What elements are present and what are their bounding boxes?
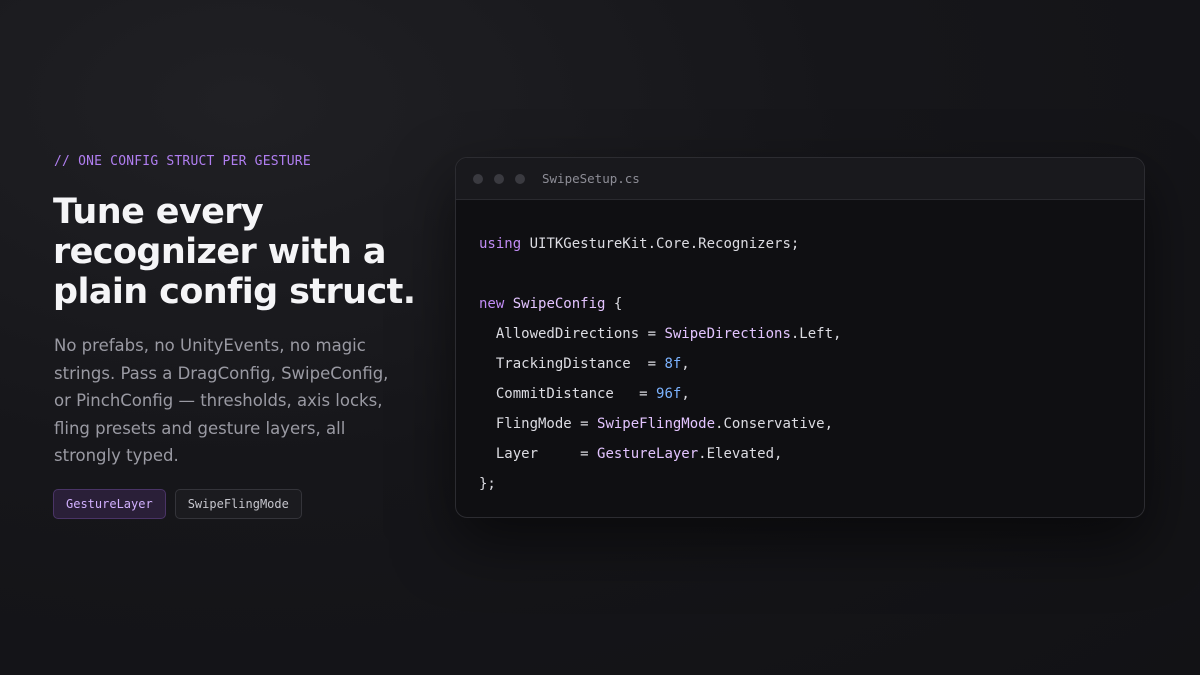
code-token: UITKGestureKit.Core.Recognizers; [521, 236, 800, 252]
code-token: using [479, 236, 522, 252]
code-token: , [681, 386, 690, 402]
code-line: TrackingDistance = 8f, [479, 349, 1144, 379]
code-token: TrackingDistance = [479, 356, 665, 372]
code-token: SwipeFlingMode [597, 416, 716, 432]
code-token: AllowedDirections = [479, 326, 665, 342]
description-line: fling presets and gesture layers, all [54, 418, 346, 438]
headline-line: plain config struct. [53, 272, 416, 312]
code-line: AllowedDirections = SwipeDirections.Left… [479, 319, 1144, 349]
headline-line: recognizer with a [53, 232, 387, 272]
code-token: 96f [656, 386, 682, 402]
headline-line: Tune every [53, 192, 264, 232]
code-token: GestureLayer [597, 446, 699, 462]
code-line: new SwipeConfig { [479, 289, 1144, 319]
code-token: }; [479, 476, 496, 492]
file-name: SwipeSetup.cs [542, 171, 640, 186]
code-token: .Left, [790, 326, 842, 342]
code-line: using UITKGestureKit.Core.Recognizers; [479, 229, 1144, 259]
description-line: No prefabs, no UnityEvents, no magic [54, 336, 366, 355]
chip-swipe-fling-mode[interactable]: SwipeFlingMode [174, 489, 302, 519]
description-line: strings. Pass a DragConfig, SwipeConfig, [54, 363, 389, 383]
code-line: CommitDistance = 96f, [479, 379, 1144, 409]
description: No prefabs, no UnityEvents, no magic str… [54, 332, 414, 470]
code-window: SwipeSetup.cs using UITKGestureKit.Core.… [455, 157, 1145, 518]
code-line: FlingMode = SwipeFlingMode.Conservative, [479, 409, 1144, 439]
tag-chips: GestureLayer SwipeFlingMode [53, 489, 302, 519]
code-block: using UITKGestureKit.Core.Recognizers; ne… [456, 200, 1144, 499]
code-token: new [479, 296, 505, 312]
chip-gesture-layer[interactable]: GestureLayer [53, 489, 166, 519]
code-token: , [681, 356, 690, 372]
window-dot-icon [515, 173, 525, 184]
code-token: 8f [664, 356, 682, 372]
code-line: }; [479, 469, 1144, 499]
window-dot-icon [494, 173, 504, 184]
code-token: Layer = [479, 446, 598, 462]
code-token: FlingMode = [479, 416, 598, 432]
code-window-titlebar: SwipeSetup.cs [456, 158, 1144, 200]
window-dot-icon [473, 173, 483, 184]
code-token: { [605, 296, 623, 312]
headline: Tune every recognizer with a plain confi… [53, 192, 433, 312]
code-token: SwipeConfig [512, 296, 606, 312]
code-token: .Conservative, [715, 416, 834, 432]
eyebrow-label: // ONE CONFIG STRUCT PER GESTURE [54, 154, 311, 169]
code-line: Layer = GestureLayer.Elevated, [479, 439, 1144, 469]
description-line: strongly typed. [54, 446, 179, 465]
code-token: SwipeDirections [664, 326, 791, 342]
code-token: CommitDistance = [479, 386, 657, 402]
description-line: or PinchConfig — thresholds, axis locks, [54, 391, 383, 410]
code-token: .Elevated, [698, 446, 783, 462]
